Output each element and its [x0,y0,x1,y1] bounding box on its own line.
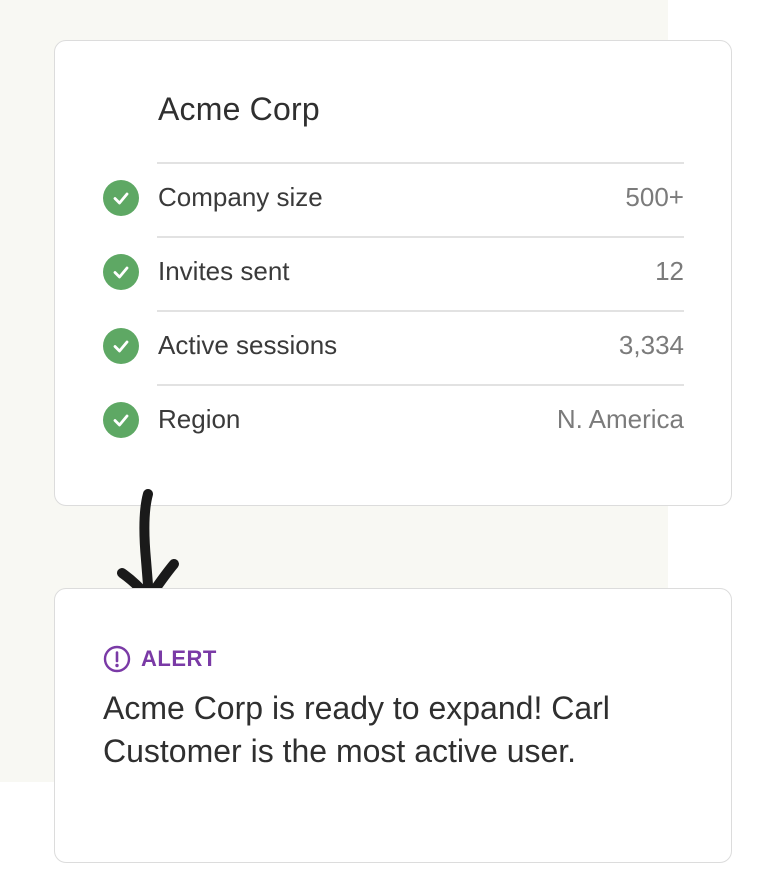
row-label: Company size [158,182,323,212]
check-circle-icon [103,328,139,364]
row-divider [157,162,684,164]
row-value: 12 [655,256,684,286]
company-title: Acme Corp [158,91,320,127]
check-circle-icon [103,180,139,216]
detail-row-active-sessions: Active sessions 3,334 [55,310,731,384]
row-value: N. America [556,404,684,434]
alert-message: Acme Corp is ready to expand! Carl Custo… [103,690,610,769]
stage: Acme Corp Company size 500+ Invites sent… [0,0,762,892]
row-divider [157,310,684,312]
detail-row-company-size: Company size 500+ [55,162,731,236]
detail-row-region: Region N. America [55,384,731,458]
check-circle-icon [103,402,139,438]
row-label: Active sessions [158,330,338,360]
alert-label: ALERT [141,646,217,671]
company-card: Acme Corp Company size 500+ Invites sent… [54,40,732,506]
exclamation-circle-icon [103,645,131,673]
row-label: Invites sent [158,256,290,286]
company-details-list: Company size 500+ Invites sent 12 Active… [55,162,731,458]
alert-header: ALERT [103,645,217,673]
row-divider [157,384,684,386]
check-circle-icon [103,254,139,290]
row-label: Region [158,404,241,434]
row-divider [157,236,684,238]
alert-card: ALERT Acme Corp is ready to expand! Carl… [54,588,732,863]
detail-row-invites-sent: Invites sent 12 [55,236,731,310]
row-value: 500+ [625,182,684,212]
row-value: 3,334 [618,330,684,360]
